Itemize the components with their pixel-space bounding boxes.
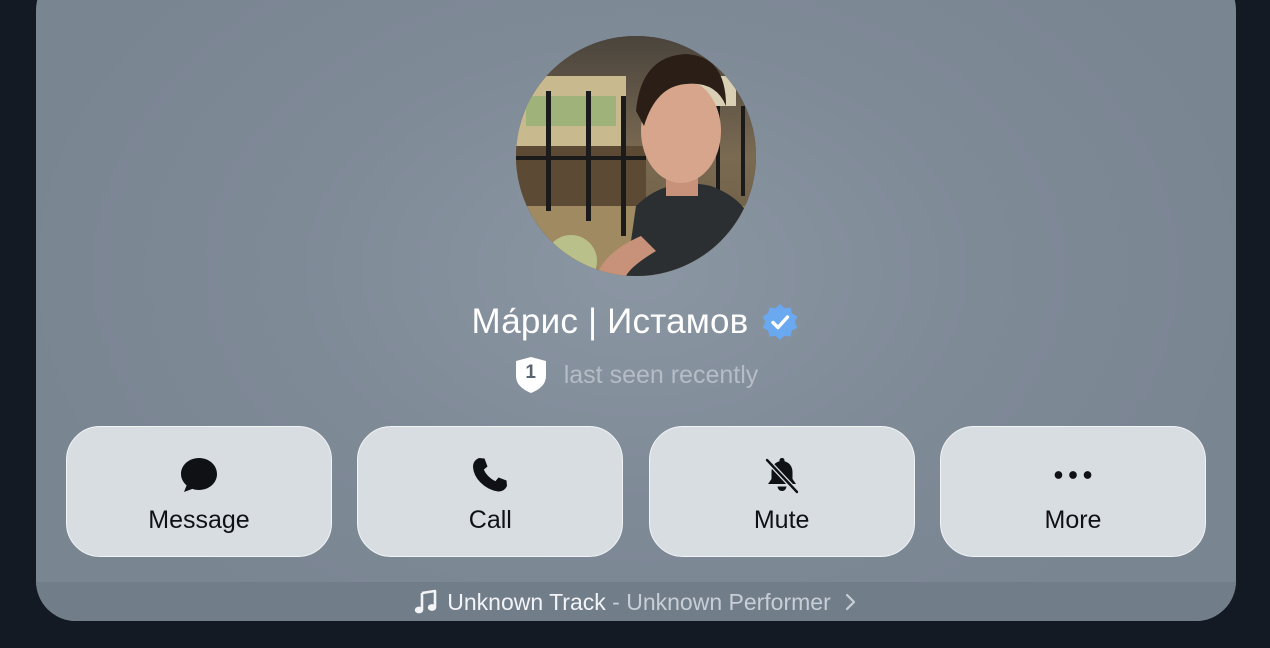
call-button-label: Call (468, 506, 512, 534)
avatar-photo (516, 36, 756, 276)
track-title: Unknown Track (447, 589, 606, 615)
action-buttons: Message Call Mute More (66, 426, 1206, 557)
music-note-icon (415, 589, 437, 614)
shield-badge-number: 1 (525, 362, 536, 383)
message-bubble-icon (181, 458, 217, 492)
mute-button[interactable]: Mute (648, 426, 915, 557)
profile-status-row: 1 last seen recently (36, 356, 1236, 394)
phone-icon (473, 458, 508, 492)
shield-badge-icon[interactable]: 1 (514, 356, 548, 394)
track-separator: - (605, 589, 627, 615)
last-seen-status: last seen recently (563, 361, 759, 389)
profile-card: Ма́рис | Истамов 1 last seen recently Me… (36, 0, 1236, 621)
verified-badge-icon[interactable] (760, 302, 800, 342)
profile-avatar[interactable] (516, 36, 756, 276)
call-button[interactable]: Call (357, 426, 624, 557)
bell-slash-icon (764, 457, 800, 495)
profile-name-row: Ма́рис | Истамов (36, 298, 1236, 346)
message-button-label: Message (148, 506, 250, 534)
track-text: Unknown Track - Unknown Performer (447, 587, 831, 617)
more-button-label: More (1044, 506, 1102, 534)
more-button[interactable]: More (939, 426, 1206, 557)
now-playing-bar[interactable]: Unknown Track - Unknown Performer (36, 582, 1236, 621)
profile-name: Ма́рис | Истамов (471, 302, 749, 341)
chevron-right-icon (845, 593, 855, 611)
ellipsis-icon (1054, 471, 1092, 479)
mute-button-label: Mute (753, 506, 810, 534)
message-button[interactable]: Message (66, 426, 332, 557)
track-performer: Unknown Performer (626, 589, 831, 615)
